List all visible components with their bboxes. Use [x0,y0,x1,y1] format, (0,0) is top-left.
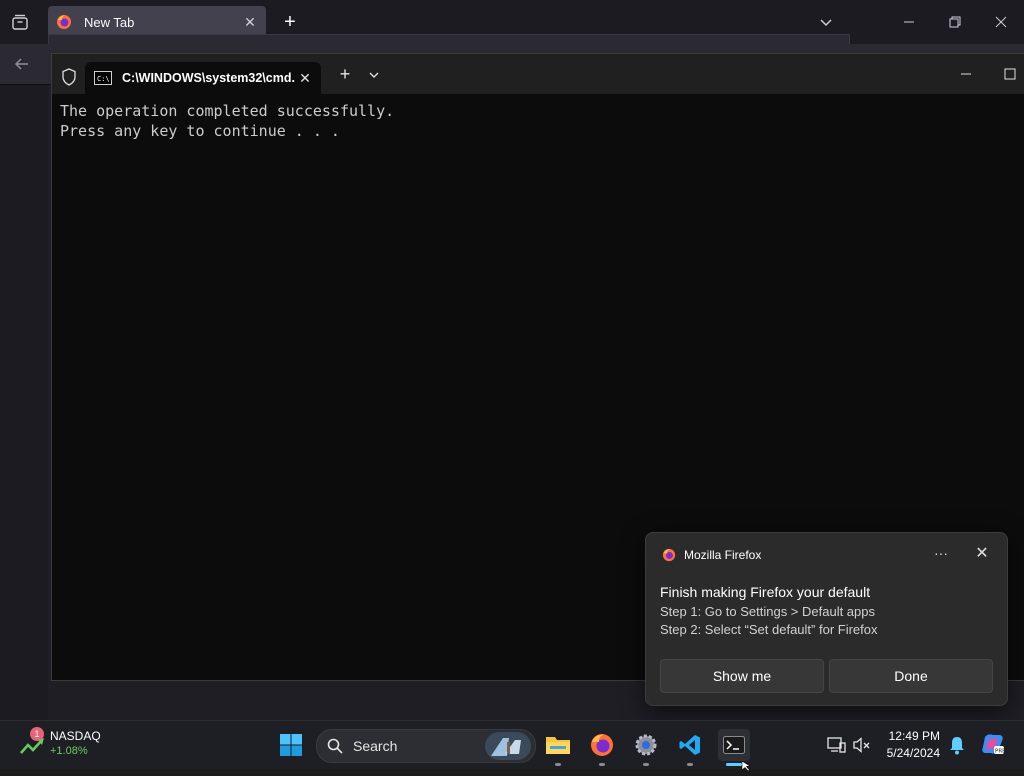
firefox-default-notification: Mozilla Firefox ··· ✕ Finish making Fire… [645,532,1008,706]
network-icon[interactable] [826,735,846,755]
chevron-down-icon[interactable] [816,12,836,32]
shield-icon [61,68,77,86]
running-indicator [555,763,561,766]
stock-widget[interactable]: 1 NASDAQ +1.08% [18,727,128,763]
firefox-tab-title: New Tab [84,14,135,30]
taskbar-search[interactable]: Search [316,729,536,763]
search-highlight-image [485,732,531,760]
terminal-icon[interactable] [718,729,750,761]
notification-step-1: Step 1: Go to Settings > Default apps [660,604,875,619]
mouse-cursor-icon [741,758,752,772]
running-indicator [687,763,693,766]
chevron-down-icon[interactable] [367,68,381,80]
taskbar: 1 NASDAQ +1.08% Search 12:49 PM 5/24/202… [0,720,1024,769]
clock-date[interactable]: 5/24/2024 [880,746,940,760]
widget-ticker: NASDAQ [50,729,101,743]
firefox-icon [662,548,676,562]
settings-icon[interactable] [630,729,662,761]
vscode-icon[interactable] [674,729,706,761]
notification-title: Finish making Firefox your default [660,584,871,600]
file-explorer-icon[interactable] [542,729,574,761]
notification-app-name: Mozilla Firefox [684,548,762,562]
cmd-icon: C:\ [94,71,112,85]
firefox-new-tab-button[interactable]: + [280,12,300,32]
minimize-icon[interactable] [952,62,980,86]
start-icon[interactable] [275,729,307,761]
terminal-line: Press any key to continue . . . [60,121,340,140]
widget-badge: 1 [30,727,44,741]
volume-muted-icon[interactable] [852,735,872,755]
search-icon [327,738,343,754]
notification-step-2: Step 2: Select “Set default” for Firefox [660,622,878,637]
close-tab-icon[interactable]: ✕ [242,14,258,30]
terminal-output[interactable]: The operation completed successfully. Pre… [60,102,394,141]
firefox-side-strip [0,85,48,720]
firefox-window-controls [886,0,1024,44]
firefox-icon[interactable] [586,729,618,761]
terminal-title-bar: C:\ C:\WINDOWS\system32\cmd. ✕ + [52,54,1024,94]
close-icon[interactable] [978,0,1024,44]
minimize-icon[interactable] [886,0,932,44]
terminal-tab-cmd[interactable]: C:\ C:\WINDOWS\system32\cmd. ✕ [85,62,321,94]
terminal-line: The operation completed successfully. [60,102,395,120]
active-indicator [726,763,742,766]
close-notification-icon[interactable]: ✕ [973,545,991,563]
close-tab-icon[interactable]: ✕ [295,70,315,87]
running-indicator [599,763,605,766]
restore-icon[interactable] [932,0,978,44]
copilot-icon[interactable]: PRE [980,731,1006,757]
list-all-tabs-icon[interactable] [10,12,30,32]
terminal-new-tab-button[interactable]: + [337,65,353,83]
back-arrow-icon[interactable] [12,54,32,74]
done-button[interactable]: Done [829,659,993,693]
notification-bell-icon[interactable] [948,735,966,755]
running-indicator [643,763,649,766]
search-label: Search [353,738,398,754]
terminal-tab-title: C:\WINDOWS\system32\cmd. [122,71,295,85]
show-me-button[interactable]: Show me [660,659,824,693]
firefox-icon [56,14,72,30]
maximize-icon[interactable] [996,62,1024,86]
more-options-icon[interactable]: ··· [932,545,950,563]
svg-text:PRE: PRE [995,749,1006,755]
clock-time[interactable]: 12:49 PM [880,729,940,743]
svg-text:C:\: C:\ [97,75,110,83]
widget-change: +1.08% [50,745,88,757]
